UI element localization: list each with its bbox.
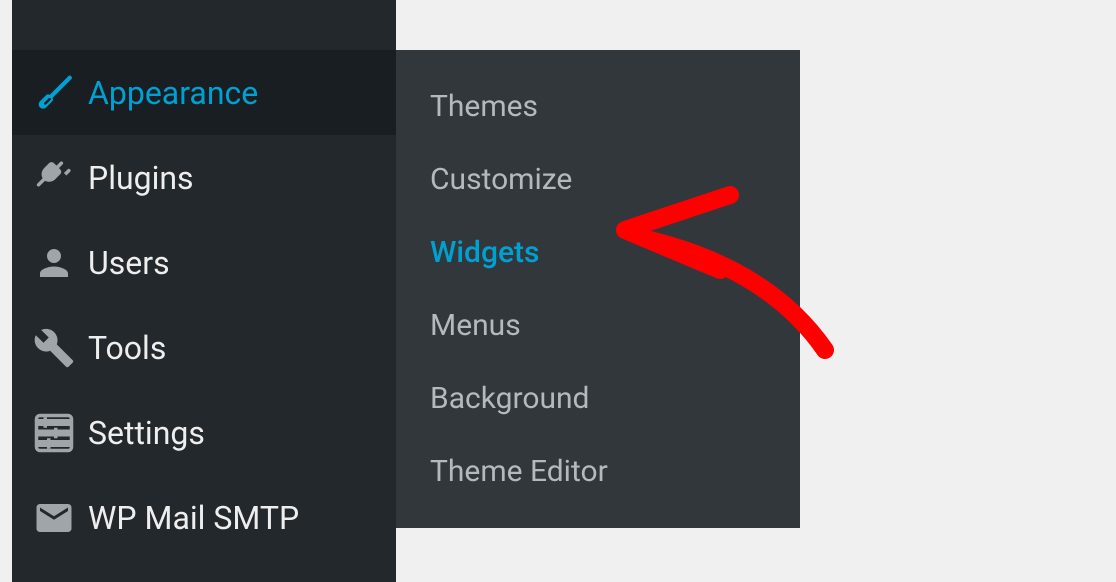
sidebar-item-users[interactable]: Users <box>12 220 396 305</box>
sidebar-item-label: WP Mail SMTP <box>88 499 299 537</box>
sidebar-item-tools[interactable]: Tools <box>12 305 396 390</box>
sidebar-item-label: Appearance <box>88 74 258 112</box>
user-icon <box>30 239 78 287</box>
submenu-item-themes[interactable]: Themes <box>396 70 800 143</box>
sidebar-spacer <box>12 0 396 50</box>
appearance-submenu: Themes Customize Widgets Menus Backgroun… <box>396 50 800 528</box>
sidebar-item-label: Settings <box>88 414 205 452</box>
sidebar-item-label: Users <box>88 244 170 282</box>
sliders-icon <box>30 409 78 457</box>
submenu-item-theme-editor[interactable]: Theme Editor <box>396 435 800 508</box>
submenu-item-customize[interactable]: Customize <box>396 143 800 216</box>
sidebar-item-appearance[interactable]: Appearance <box>12 50 396 135</box>
sidebar-item-label: Tools <box>88 329 166 367</box>
admin-sidebar: Appearance Plugins Users Tools Settings … <box>12 0 396 582</box>
sidebar-item-label: Plugins <box>88 159 194 197</box>
submenu-item-menus[interactable]: Menus <box>396 289 800 362</box>
envelope-icon <box>30 494 78 542</box>
wrench-icon <box>30 324 78 372</box>
plug-icon <box>30 154 78 202</box>
submenu-item-background[interactable]: Background <box>396 362 800 435</box>
paintbrush-icon <box>30 69 78 117</box>
submenu-item-widgets[interactable]: Widgets <box>396 216 800 289</box>
sidebar-item-wp-mail-smtp[interactable]: WP Mail SMTP <box>12 475 396 560</box>
sidebar-item-settings[interactable]: Settings <box>12 390 396 475</box>
sidebar-item-plugins[interactable]: Plugins <box>12 135 396 220</box>
